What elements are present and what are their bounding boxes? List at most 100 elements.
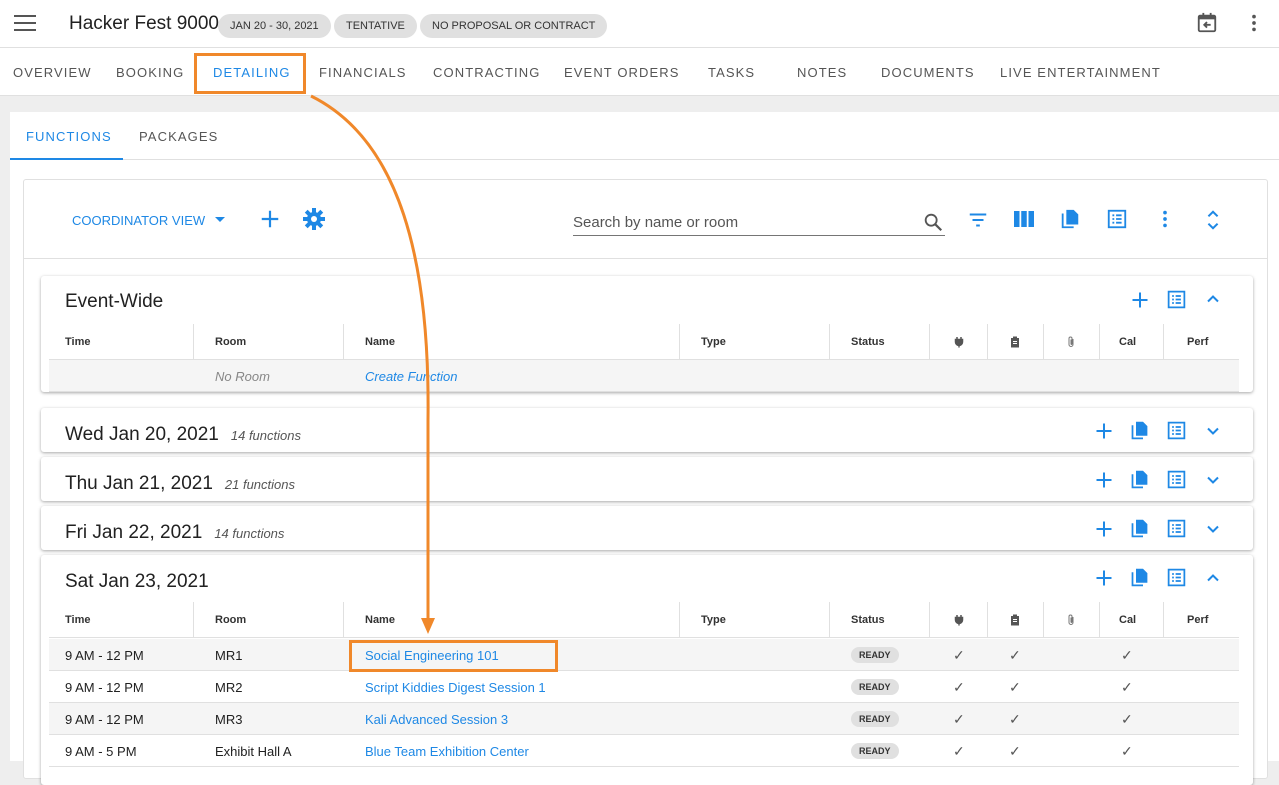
time-cell: 9 AM - 12 PM: [65, 712, 144, 727]
column-divider: [1099, 602, 1100, 638]
view-selector[interactable]: COORDINATOR VIEW: [72, 213, 205, 228]
check-icon: ✓: [953, 743, 965, 759]
check-icon: ✓: [953, 711, 965, 727]
plus-icon[interactable]: [1094, 568, 1114, 588]
more-vert-icon[interactable]: [1154, 208, 1176, 230]
proposal-chip: NO PROPOSAL OR CONTRACT: [420, 14, 608, 38]
column-perf: Perf: [1187, 336, 1209, 348]
plug-icon: [954, 615, 964, 626]
column-time: Time: [65, 614, 91, 626]
tab-tasks[interactable]: TASKS: [708, 65, 755, 80]
create-function-link[interactable]: Create Function: [365, 369, 458, 384]
calendar-back-icon[interactable]: [1196, 12, 1218, 34]
table-row[interactable]: 9 AM - 12 PM MR3 Kali Advanced Session 3…: [49, 703, 1239, 735]
more-vert-icon[interactable]: [1243, 12, 1265, 34]
table-row[interactable]: 9 AM - 12 PM MR1 Social Engineering 101 …: [49, 639, 1239, 671]
unfold-icon[interactable]: [1202, 208, 1224, 232]
plus-icon[interactable]: [1094, 519, 1114, 539]
chevron-down-icon[interactable]: [1203, 519, 1223, 539]
time-cell: 9 AM - 12 PM: [65, 648, 144, 663]
status-badge: READY: [851, 743, 899, 759]
chevron-down-icon[interactable]: [215, 217, 225, 222]
chevron-down-icon[interactable]: [1203, 470, 1223, 490]
check-icon: ✓: [1121, 679, 1133, 695]
list-icon[interactable]: [1106, 208, 1128, 230]
function-name-link[interactable]: Script Kiddies Digest Session 1: [365, 680, 546, 695]
check-icon: ✓: [1121, 647, 1133, 663]
column-cal: Cal: [1119, 336, 1137, 348]
chevron-down-icon[interactable]: [1203, 421, 1223, 441]
function-count: 14 functions: [230, 428, 301, 443]
table-header: Time Room Name Type Status Cal Perf: [49, 602, 1239, 638]
room-cell: Exhibit Hall A: [215, 744, 292, 759]
filter-icon[interactable]: [967, 209, 989, 231]
table-row[interactable]: 9 AM - 12 PM MR2 Script Kiddies Digest S…: [49, 671, 1239, 703]
day-section-wed[interactable]: Wed Jan 20, 2021 14 functions: [41, 408, 1253, 452]
functions-card: COORDINATOR VIEW Event-W: [23, 179, 1268, 785]
copy-icon[interactable]: [1129, 419, 1150, 442]
search-icon[interactable]: [922, 211, 944, 233]
subtab-indicator: [10, 158, 123, 160]
status-chip: TENTATIVE: [334, 14, 417, 38]
copy-icon[interactable]: [1129, 566, 1150, 589]
tab-notes[interactable]: NOTES: [797, 65, 847, 80]
day-title: Thu Jan 21, 2021: [65, 473, 213, 494]
column-room: Room: [215, 336, 247, 348]
function-name-link[interactable]: Blue Team Exhibition Center: [365, 744, 529, 759]
list-icon[interactable]: [1166, 469, 1187, 490]
chevron-up-icon[interactable]: [1203, 289, 1223, 309]
day-title: Wed Jan 20, 2021: [65, 424, 219, 445]
list-icon[interactable]: [1166, 518, 1187, 539]
event-title: Hacker Fest 9000: [69, 13, 219, 34]
columns-icon[interactable]: [1012, 208, 1036, 230]
tab-overview[interactable]: OVERVIEW: [13, 65, 92, 80]
check-icon: ✓: [953, 647, 965, 663]
column-divider: [193, 324, 194, 360]
plus-icon[interactable]: [1130, 290, 1150, 310]
function-name-link[interactable]: Kali Advanced Session 3: [365, 712, 508, 727]
plus-icon[interactable]: [259, 208, 281, 230]
column-name: Name: [365, 614, 395, 626]
copy-icon[interactable]: [1129, 517, 1150, 540]
plug-icon: [954, 337, 964, 348]
list-icon[interactable]: [1166, 567, 1187, 588]
section-title: Fri Jan 22, 2021 14 functions: [65, 522, 284, 544]
gear-icon[interactable]: [302, 207, 326, 231]
tab-documents[interactable]: DOCUMENTS: [881, 65, 975, 80]
subtab-functions[interactable]: FUNCTIONS: [26, 129, 112, 144]
column-divider: [1099, 324, 1100, 360]
tab-booking[interactable]: BOOKING: [116, 65, 184, 80]
search-input[interactable]: [573, 214, 913, 231]
plus-icon[interactable]: [1094, 470, 1114, 490]
copy-icon[interactable]: [1129, 468, 1150, 491]
tab-financials[interactable]: FINANCIALS: [319, 65, 407, 80]
check-icon: ✓: [1121, 711, 1133, 727]
column-divider: [193, 602, 194, 638]
table-row[interactable]: 9 AM - 5 PM Exhibit Hall A Blue Team Exh…: [49, 735, 1239, 767]
time-cell: 9 AM - 5 PM: [65, 744, 137, 759]
hamburger-menu-icon[interactable]: [14, 15, 36, 33]
column-status: Status: [851, 336, 885, 348]
column-divider: [929, 324, 930, 360]
main-tabs: OVERVIEW BOOKING DETAILING FINANCIALS CO…: [0, 48, 1279, 96]
copy-icon[interactable]: [1059, 207, 1081, 231]
paperclip-icon: [1068, 336, 1074, 347]
column-perf: Perf: [1187, 614, 1209, 626]
functions-toolbar: COORDINATOR VIEW: [24, 180, 1267, 259]
search-field[interactable]: [573, 214, 945, 236]
tab-live-entertainment[interactable]: LIVE ENTERTAINMENT: [1000, 65, 1161, 80]
column-divider: [1163, 324, 1164, 360]
column-divider: [987, 324, 988, 360]
day-section-fri[interactable]: Fri Jan 22, 2021 14 functions: [41, 506, 1253, 550]
chevron-up-icon[interactable]: [1203, 568, 1223, 588]
plus-icon[interactable]: [1094, 421, 1114, 441]
column-name: Name: [365, 336, 395, 348]
list-icon[interactable]: [1166, 420, 1187, 441]
column-cal: Cal: [1119, 614, 1137, 626]
tab-contracting[interactable]: CONTRACTING: [433, 65, 540, 80]
list-icon[interactable]: [1166, 289, 1187, 310]
tab-event-orders[interactable]: EVENT ORDERS: [564, 65, 680, 80]
subtab-packages[interactable]: PACKAGES: [139, 129, 218, 144]
section-title: Thu Jan 21, 2021 21 functions: [65, 473, 295, 495]
day-section-thu[interactable]: Thu Jan 21, 2021 21 functions: [41, 457, 1253, 501]
